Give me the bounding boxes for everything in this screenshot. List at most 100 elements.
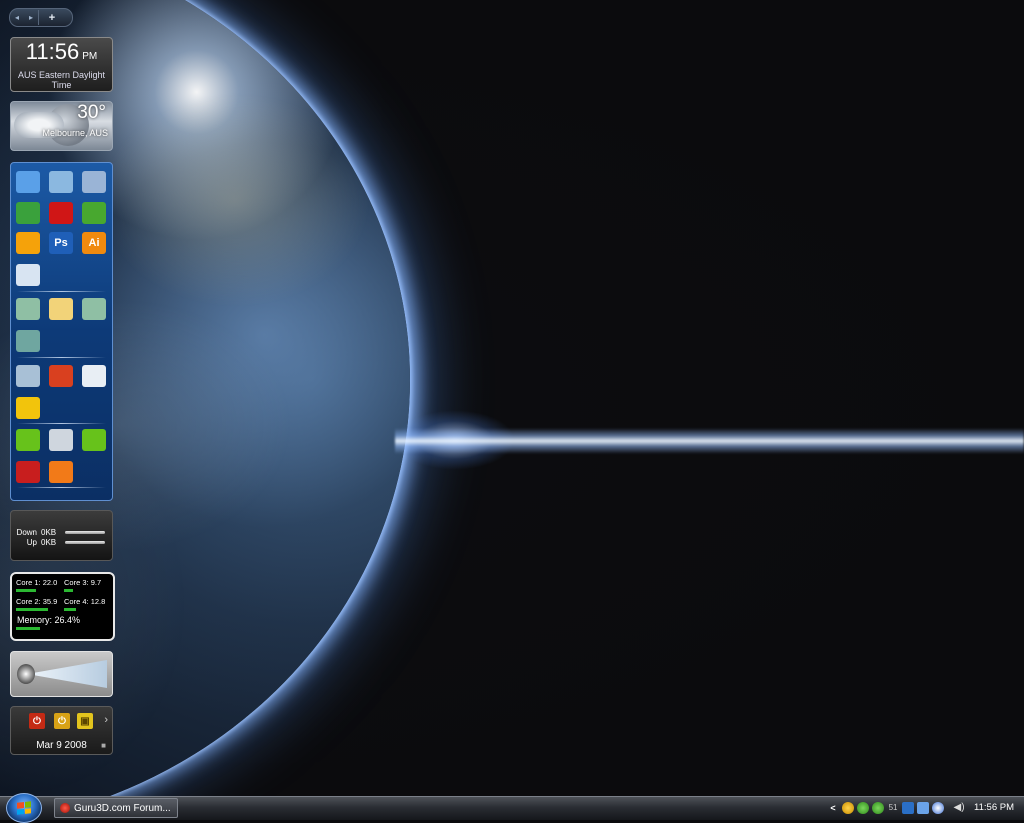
network-tray-icon[interactable] <box>902 801 915 814</box>
launcher-item[interactable] <box>78 296 110 322</box>
desktop-wallpaper <box>0 0 1024 819</box>
launcher-row <box>11 169 112 195</box>
core-1-readout: Core 1: 22.0 <box>16 578 57 587</box>
display-tray-icon[interactable] <box>917 801 930 814</box>
network-up-bar <box>65 541 105 544</box>
library-icon <box>16 298 40 320</box>
memory-readout: Memory: 26.4% <box>17 615 80 625</box>
launcher-item[interactable] <box>45 200 77 226</box>
security-icon[interactable] <box>842 801 855 814</box>
core-2-value: 35.9 <box>42 597 58 606</box>
launcher-item[interactable] <box>12 230 44 256</box>
launcher-item[interactable] <box>12 363 44 389</box>
core-3-value: 9.7 <box>90 578 102 587</box>
tray-clock[interactable]: 11:56 PM <box>974 802 1014 813</box>
launcher-row <box>11 363 112 389</box>
mail-icon <box>16 264 40 286</box>
computer-icon <box>49 171 73 193</box>
volume-gadget[interactable] <box>10 651 113 697</box>
network-meter-gadget[interactable]: Down 0KB Up 0KB <box>10 510 113 561</box>
core-4-value: 12.8 <box>90 597 106 606</box>
messenger-icon <box>16 202 40 224</box>
launcher-item[interactable] <box>45 296 77 322</box>
core-3-readout: Core 3: 9.7 <box>64 578 101 587</box>
update-tray-icon[interactable] <box>932 801 945 814</box>
launcher-item[interactable] <box>12 296 44 322</box>
drive-icon <box>82 365 106 387</box>
taskbar-item-guru3d[interactable]: Guru3D.com Forum... <box>54 798 178 818</box>
lock-icon: ■ <box>101 741 106 750</box>
photoshop-icon: Ps <box>49 232 73 254</box>
core-1-bar <box>16 589 36 592</box>
launcher-item[interactable]: Ps <box>45 230 77 256</box>
launcher-item[interactable] <box>12 328 44 354</box>
launcher-item[interactable] <box>45 427 77 453</box>
volume-tray-icon[interactable]: ◀) <box>953 802 965 814</box>
launcher-item[interactable] <box>12 395 44 421</box>
launcher-item[interactable] <box>12 200 44 226</box>
network-down-label: Down <box>16 528 37 537</box>
nvidia-icon <box>16 429 40 451</box>
network-up-label: Up <box>26 538 37 547</box>
launcher-row <box>11 200 112 226</box>
launcher-item[interactable] <box>45 169 77 195</box>
core-3-label: Core 3: <box>64 578 89 587</box>
chevron-right-icon[interactable]: › <box>104 714 108 726</box>
flower-icon <box>49 461 73 483</box>
memory-value: 26.4% <box>54 615 81 625</box>
cpu-meter-gadget[interactable]: Core 1: 22.0 Core 3: 9.7 Core 2: 35.9 Co… <box>10 572 115 641</box>
lock-button[interactable]: ▣ <box>77 713 93 729</box>
launcher-item[interactable] <box>78 200 110 226</box>
network-down-row: Down 0KB <box>15 528 105 537</box>
launcher-item[interactable] <box>45 459 77 485</box>
robot-icon <box>49 429 73 451</box>
launcher-row <box>11 427 112 453</box>
launcher-item[interactable] <box>45 363 77 389</box>
launcher-item[interactable] <box>12 427 44 453</box>
sidebar-prev-button[interactable]: ◂ <box>10 10 24 25</box>
launcher-row <box>11 296 112 322</box>
memory-bar <box>16 627 40 630</box>
launcher-item[interactable] <box>12 169 44 195</box>
shutdown-button[interactable]: ⏻ <box>29 713 45 729</box>
volume-slider[interactable] <box>35 660 107 688</box>
spider-icon <box>16 461 40 483</box>
utorrent-tray-icon[interactable] <box>857 801 870 814</box>
folder-icon <box>49 298 73 320</box>
pulse-icon <box>16 397 40 419</box>
core-4-readout: Core 4: 12.8 <box>64 597 105 606</box>
core-3-bar <box>64 589 73 592</box>
clock-ampm: PM <box>82 51 98 62</box>
documents-icon <box>16 330 40 352</box>
launcher-item[interactable]: Ai <box>78 230 110 256</box>
add-gadget-button[interactable]: + <box>38 10 65 25</box>
sleep-button[interactable]: ⏻ <box>54 713 70 729</box>
launcher-item[interactable] <box>78 427 110 453</box>
launcher-item[interactable] <box>12 459 44 485</box>
clock-time: 11:56 <box>25 39 80 64</box>
core-1-value: 22.0 <box>42 578 58 587</box>
weather-gadget[interactable]: 30° Melbourne, AUS <box>10 101 113 151</box>
launcher-item[interactable] <box>78 169 110 195</box>
core-4-bar <box>64 608 76 611</box>
messenger-tray-icon[interactable] <box>872 801 885 814</box>
core-1-label: Core 1: <box>16 578 41 587</box>
nvidia-alt-icon <box>82 429 106 451</box>
launcher-item[interactable] <box>78 363 110 389</box>
launcher-separator <box>17 357 106 358</box>
clock-gadget[interactable]: 11:56 PM AUS Eastern Daylight Time <box>10 37 113 92</box>
core-4-label: Core 4: <box>64 597 89 606</box>
launcher-item[interactable] <box>12 262 44 288</box>
tray-expand-button[interactable]: < <box>827 802 839 814</box>
power-gadget: ⏻ ⏻ ▣ › Mar 9 2008 ■ <box>10 706 113 755</box>
light-beam <box>395 428 1024 454</box>
app-launcher-gadget: Ps Ai <box>10 162 113 501</box>
network-down-bar <box>65 531 105 534</box>
launcher-separator <box>17 487 106 488</box>
speaker-icon <box>17 664 35 684</box>
temperature-tray-icon[interactable]: 51 <box>887 802 899 814</box>
winamp-icon <box>16 232 40 254</box>
weather-temperature: 30° <box>77 102 106 123</box>
launcher-separator <box>17 423 106 424</box>
sidebar-next-button[interactable]: ▸ <box>24 10 38 25</box>
